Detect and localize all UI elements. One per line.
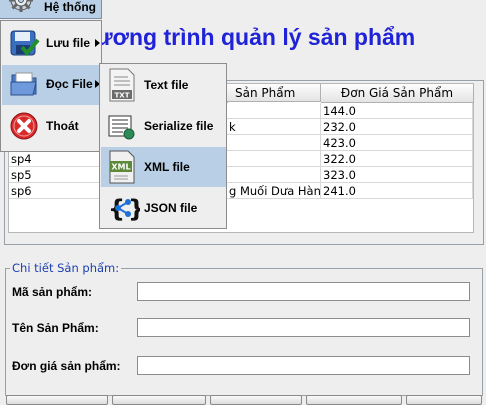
system-dropdown: Lưu file Đọc File Thoát (0, 20, 102, 152)
submenu-item-serialize-label: Serialize file (144, 119, 214, 133)
svg-text:TXT: TXT (115, 92, 130, 100)
column-header-price[interactable]: Đơn Giá Sản Phẩm (321, 84, 474, 103)
table-cell-name[interactable]: g Muối Dưa Hành (227, 183, 321, 199)
submenu-item-text-label: Text file (144, 78, 189, 92)
table-cell-name[interactable] (227, 103, 321, 119)
table-cell-name[interactable] (227, 135, 321, 151)
detail-legend: Chi tiết Sản phẩm: (10, 261, 122, 275)
svg-text:}: } (128, 195, 140, 223)
menu-item-read-label: Đọc File (46, 77, 93, 91)
table-cell-name[interactable] (227, 151, 321, 167)
price-label: Đơn giá sản phẩm: (12, 359, 121, 373)
bottom-button-3[interactable] (210, 395, 302, 405)
menu-item-exit-label: Thoát (46, 119, 79, 133)
bottom-button-5[interactable] (406, 395, 482, 405)
bottom-button-4[interactable] (306, 395, 402, 405)
table-cell-name[interactable]: k (227, 119, 321, 135)
column-header-name[interactable]: Sản Phẩm (227, 84, 321, 102)
table-cell-price[interactable]: 144.0 (321, 103, 473, 119)
code-input[interactable] (137, 282, 470, 301)
menu-item-exit[interactable]: Thoát (2, 107, 101, 147)
table-cell-price[interactable]: 322.0 (321, 151, 473, 167)
save-icon (10, 30, 40, 57)
name-label: Tên Sản Phẩm: (12, 321, 99, 335)
submenu-item-xml-file[interactable]: XML XML file (101, 147, 226, 187)
table-cell-price[interactable]: 232.0 (321, 119, 473, 135)
menu-item-read-file[interactable]: Đọc File (2, 65, 101, 105)
submenu-arrow-icon (95, 39, 100, 47)
bottom-button-2[interactable] (112, 395, 206, 405)
submenu-item-text-file[interactable]: TXT Text file (101, 65, 226, 105)
menu-system-label: Hệ thống (44, 0, 96, 14)
name-input[interactable] (137, 318, 470, 337)
submenu-item-json-label: JSON file (144, 201, 198, 215)
menu-item-save-file[interactable]: Lưu file (2, 24, 101, 64)
exit-icon (10, 112, 38, 140)
price-input[interactable] (137, 356, 470, 375)
xml-file-icon: XML (109, 150, 135, 184)
table-cell-price[interactable]: 241.0 (321, 183, 473, 199)
submenu-item-serialize-file[interactable]: Serialize file (101, 106, 226, 146)
app-title: ương trình quản lý sản phẩm (96, 24, 416, 50)
submenu-item-json-file[interactable]: { } JSON file (101, 188, 226, 228)
read-file-submenu: TXT Text file Serialize file XML XML fil… (99, 63, 227, 229)
svg-text:XML: XML (111, 163, 130, 172)
bottom-button-1[interactable] (6, 395, 108, 405)
table-cell-name[interactable] (227, 167, 321, 183)
gear-icon (9, 0, 33, 12)
text-file-icon: TXT (109, 68, 135, 102)
menu-item-save-label: Lưu file (46, 36, 91, 50)
table-cell-price[interactable]: 323.0 (321, 167, 473, 183)
serialize-file-icon (108, 115, 135, 140)
submenu-item-xml-label: XML file (144, 160, 190, 174)
menu-system[interactable]: Hệ thống (0, 0, 102, 19)
table-cell-price[interactable]: 423.0 (321, 135, 473, 151)
open-folder-icon (10, 72, 37, 96)
code-label: Mã sản phẩm: (12, 285, 93, 299)
json-file-icon: { } (108, 195, 140, 223)
